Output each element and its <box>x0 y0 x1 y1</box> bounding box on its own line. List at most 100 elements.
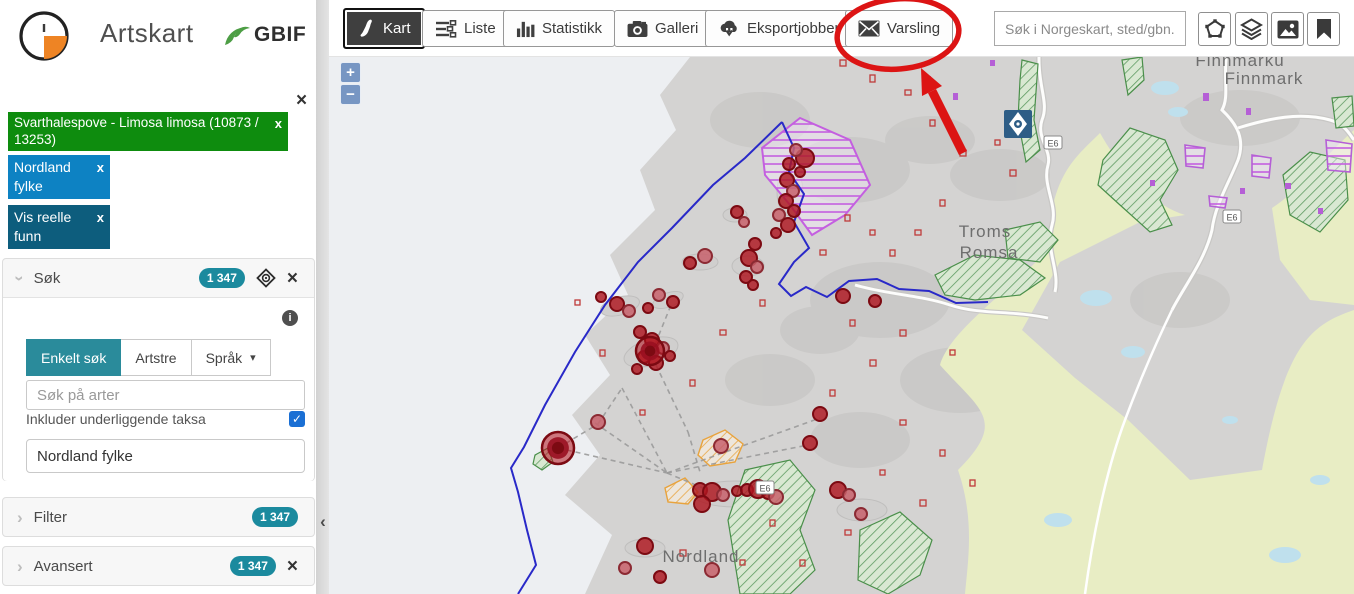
observation-dot[interactable] <box>634 326 646 338</box>
landmark-icon[interactable] <box>1004 110 1032 138</box>
chevron-right-icon[interactable]: › <box>17 509 23 526</box>
zoom-controls: + − <box>340 62 361 106</box>
info-icon[interactable]: i <box>282 310 298 326</box>
observation-dot[interactable] <box>654 571 666 583</box>
zoom-out-button[interactable]: − <box>340 84 361 105</box>
tab-statistikk[interactable]: Statistikk <box>503 10 615 47</box>
map-pane[interactable]: FinnmárkuFinnmarkTromsRomsaNordland E6E6… <box>329 0 1354 594</box>
observation-dot[interactable] <box>667 296 679 308</box>
observation-dot[interactable] <box>632 364 642 374</box>
logo-row: Artskart GBIF <box>0 0 316 70</box>
sidebar: Artskart GBIF × Svarthalespove - Limosa … <box>0 0 316 594</box>
filter-chip-county[interactable]: Nordland fylke x <box>8 155 110 199</box>
observation-dot[interactable] <box>694 496 710 512</box>
observation-dot[interactable] <box>623 305 635 317</box>
tab-sprak-label: Språk <box>206 350 243 366</box>
pan-position-icon[interactable] <box>256 268 276 288</box>
envelope-icon <box>858 20 880 37</box>
remove-county-filter-icon[interactable]: x <box>97 158 104 177</box>
soek-panel-title: Søk <box>34 270 61 287</box>
observation-dot[interactable] <box>643 303 653 313</box>
observation-dot[interactable] <box>653 289 665 301</box>
tab-kart-label: Kart <box>383 20 411 37</box>
tab-varsling[interactable]: Varsling <box>845 10 953 47</box>
observation-dot[interactable] <box>783 158 795 170</box>
caret-down-icon: ▾ <box>250 351 256 364</box>
species-search-input[interactable] <box>26 380 305 410</box>
observation-dot[interactable] <box>637 538 653 554</box>
map-search-input[interactable] <box>994 11 1186 46</box>
observation-dot[interactable] <box>684 257 696 269</box>
observation-dot[interactable] <box>869 295 881 307</box>
observation-dot[interactable] <box>714 439 728 453</box>
road-badge-label: E6 <box>1047 139 1058 149</box>
observation-dot[interactable] <box>596 292 606 302</box>
observation-dot[interactable] <box>739 217 749 227</box>
tab-eksportjobber[interactable]: Eksportjobber <box>705 10 853 47</box>
bookmark-icon <box>1315 18 1333 40</box>
observation-dot[interactable] <box>803 436 817 450</box>
map-icon <box>357 19 376 38</box>
avansert-panel-title: Avansert <box>34 558 93 575</box>
observation-dot[interactable] <box>748 280 758 290</box>
list-icon <box>435 20 457 38</box>
artskart-logo-icon <box>16 8 72 64</box>
tab-enkelt-soek[interactable]: Enkelt søk <box>26 339 121 376</box>
filter-panel-header[interactable]: › Filter 1 347 <box>3 498 314 536</box>
tab-liste[interactable]: Liste <box>422 10 509 47</box>
soek-tabs: Enkelt søk Artstre Språk ▾ <box>26 339 271 376</box>
tab-kart[interactable]: Kart <box>343 8 425 49</box>
soek-panel-close-icon[interactable]: × <box>287 269 298 288</box>
observation-dot[interactable] <box>843 489 855 501</box>
layers-icon <box>1240 18 1263 40</box>
observation-dot[interactable] <box>717 489 729 501</box>
filter-chip-species-label: Svarthalespove - Limosa limosa (10873 / … <box>14 115 259 147</box>
map-place-label: Nordland <box>663 547 740 566</box>
observation-dot[interactable] <box>790 144 802 156</box>
chevron-down-icon[interactable]: › <box>11 275 28 281</box>
filter-count-badge: 1 347 <box>252 507 298 527</box>
layers-button[interactable] <box>1235 12 1268 46</box>
tab-artstre[interactable]: Artstre <box>121 339 191 376</box>
draw-polygon-button[interactable] <box>1198 12 1231 46</box>
observation-dot[interactable] <box>751 261 763 273</box>
observation-dot[interactable] <box>665 351 675 361</box>
filter-panel-title: Filter <box>34 509 67 526</box>
observation-dot[interactable] <box>591 415 605 429</box>
soek-panel-header[interactable]: › Søk 1 347 × <box>3 259 314 297</box>
observation-dot[interactable] <box>781 218 795 232</box>
collapse-sidebar-icon[interactable]: ‹ <box>317 512 329 532</box>
tab-galleri[interactable]: Galleri <box>614 10 711 47</box>
observation-dot[interactable] <box>795 167 805 177</box>
bookmark-button[interactable] <box>1307 12 1340 46</box>
remove-species-filter-icon[interactable]: x <box>275 115 282 132</box>
road-badge-label: E6 <box>759 484 770 494</box>
observation-dot[interactable] <box>813 407 827 421</box>
remove-real-finds-filter-icon[interactable]: x <box>97 208 104 227</box>
observation-dot[interactable] <box>698 249 712 263</box>
filter-chip-species[interactable]: Svarthalespove - Limosa limosa (10873 / … <box>8 112 288 151</box>
observation-dot[interactable] <box>836 289 850 303</box>
avansert-panel-close-icon[interactable]: × <box>287 557 298 576</box>
map[interactable]: FinnmárkuFinnmarkTromsRomsaNordland E6E6… <box>329 0 1354 594</box>
sidebar-close-icon[interactable]: × <box>296 91 307 110</box>
filter-chip-real-finds[interactable]: Vis reelle funn x <box>8 205 110 249</box>
tab-statistikk-label: Statistikk <box>542 20 602 37</box>
observation-dot[interactable] <box>855 508 867 520</box>
chevron-right-icon[interactable]: › <box>17 558 23 575</box>
map-place-label: Troms <box>959 222 1012 241</box>
include-taxa-checkbox[interactable]: ✓ <box>289 411 305 427</box>
zoom-in-button[interactable]: + <box>340 62 361 83</box>
soek-count-badge: 1 347 <box>199 268 245 288</box>
map-place-label: Romsa <box>960 243 1019 262</box>
observation-dot[interactable] <box>788 205 800 217</box>
observation-dot[interactable] <box>749 238 761 250</box>
area-input[interactable] <box>26 439 305 473</box>
avansert-panel-header[interactable]: › Avansert 1 347 × <box>3 547 314 585</box>
observation-dot[interactable] <box>610 297 624 311</box>
observation-dot[interactable] <box>731 206 743 218</box>
observation-dot[interactable] <box>771 228 781 238</box>
background-map-button[interactable] <box>1271 12 1304 46</box>
observation-dot[interactable] <box>619 562 631 574</box>
tab-sprak[interactable]: Språk ▾ <box>192 339 271 376</box>
